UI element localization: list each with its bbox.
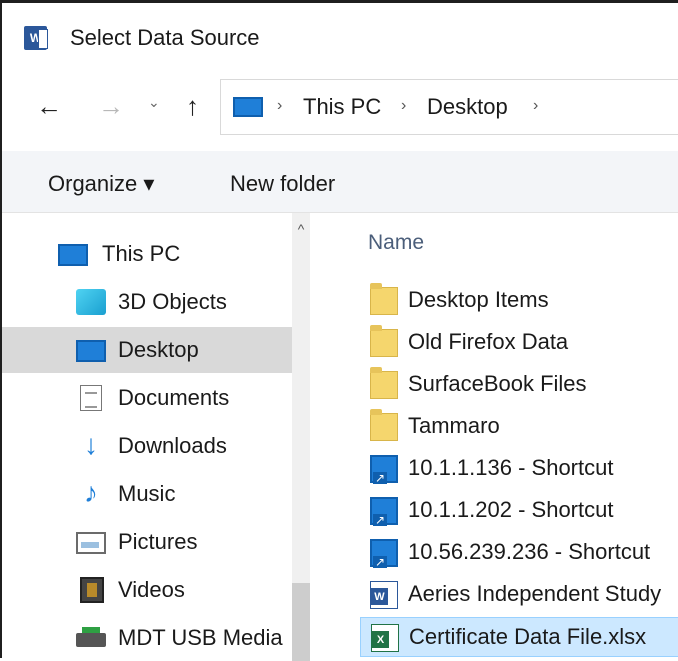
file-name: SurfaceBook Files — [408, 371, 587, 396]
organize-button[interactable]: Organize ▾ — [48, 171, 154, 197]
file-name: 10.1.1.136 - Shortcut — [408, 455, 614, 480]
sidebar-item-3d-objects[interactable]: 3D Objects — [2, 279, 292, 325]
file-name: Certificate Data File.xlsx — [409, 624, 647, 649]
list-item[interactable]: 10.56.239.236 - Shortcut — [360, 533, 678, 573]
breadcrumb-separator[interactable]: › — [401, 97, 406, 115]
list-item[interactable]: SurfaceBook Files — [360, 365, 678, 405]
list-item-selected[interactable]: Certificate Data File.xlsx — [360, 617, 678, 657]
back-arrow-icon[interactable]: ← — [36, 93, 62, 119]
list-item[interactable]: Desktop Items — [360, 281, 678, 321]
sidebar-item-label: 3D Objects — [118, 289, 227, 314]
download-arrow-icon: ↓ — [84, 429, 98, 460]
word-icon: W — [24, 26, 48, 50]
sidebar-item-label: Documents — [118, 385, 230, 410]
sidebar-item-mdt-usb-media[interactable]: MDT USB Media — [2, 615, 292, 661]
breadcrumb-desktop[interactable]: Desktop — [427, 94, 508, 120]
breadcrumb-separator[interactable]: › — [277, 97, 282, 115]
sidebar-item-documents[interactable]: Documents — [2, 375, 292, 421]
shortcut-icon — [370, 497, 398, 526]
list-item[interactable]: Aeries Independent Study — [360, 575, 678, 615]
select-data-source-dialog: W Select Data Source ← → ⌄ ↑ › This PC ›… — [0, 0, 678, 661]
sidebar-scrollbar[interactable]: ^ — [292, 213, 310, 661]
list-item[interactable]: 10.1.1.136 - Shortcut — [360, 449, 678, 489]
forward-arrow-icon[interactable]: → — [98, 93, 124, 119]
up-arrow-icon[interactable]: ↑ — [186, 93, 199, 119]
title-bar: W Select Data Source — [2, 3, 678, 65]
music-note-icon: ♪ — [84, 477, 98, 508]
sidebar-item-videos[interactable]: Videos — [2, 567, 292, 613]
file-name: 10.56.239.236 - Shortcut — [408, 539, 651, 564]
navigation-bar: ← → ⌄ ↑ › This PC › Desktop › — [2, 65, 678, 151]
folder-icon — [370, 325, 398, 357]
window-title: Select Data Source — [70, 25, 260, 50]
sidebar-item-label: Downloads — [118, 433, 227, 458]
sidebar-item-label: Music — [118, 481, 176, 506]
recent-locations-chevron-icon[interactable]: ⌄ — [148, 95, 160, 109]
file-name: Tammaro — [408, 413, 500, 438]
sidebar-item-label: Desktop — [118, 337, 199, 362]
excel-file-icon — [371, 624, 399, 652]
pc-icon — [233, 97, 263, 117]
list-item[interactable]: Tammaro — [360, 407, 678, 447]
breadcrumb-this-pc[interactable]: This PC — [303, 94, 381, 120]
breadcrumb-expand-chevron[interactable]: › — [533, 97, 538, 115]
list-item[interactable]: Old Firefox Data — [360, 323, 678, 363]
address-bar[interactable]: › This PC › Desktop › — [220, 79, 678, 135]
pictures-icon — [76, 532, 106, 554]
sidebar-item-label: MDT USB Media — [118, 625, 283, 650]
file-name: Desktop Items — [408, 287, 549, 312]
sidebar-item-downloads[interactable]: ↓ Downloads — [2, 423, 292, 469]
column-header-name[interactable]: Name — [368, 231, 424, 255]
command-bar: Organize ▾ New folder — [2, 151, 678, 213]
list-item[interactable]: 10.1.1.202 - Shortcut — [360, 491, 678, 531]
file-name: Old Firefox Data — [408, 329, 569, 354]
shortcut-icon — [370, 455, 398, 484]
scroll-up-arrow-icon[interactable]: ^ — [292, 221, 310, 237]
videos-icon — [80, 577, 104, 603]
word-document-icon — [370, 581, 398, 609]
documents-icon — [80, 385, 102, 411]
sidebar-item-label: Videos — [118, 577, 185, 602]
new-folder-button[interactable]: New folder — [230, 171, 335, 197]
folder-icon — [370, 367, 398, 399]
sidebar-item-pictures[interactable]: Pictures — [2, 519, 292, 565]
desktop-icon — [76, 340, 106, 362]
sidebar-item-label: This PC — [102, 241, 181, 266]
sidebar-item-label: Pictures — [118, 529, 198, 554]
folder-icon — [370, 409, 398, 441]
file-name: 10.1.1.202 - Shortcut — [408, 497, 614, 522]
sidebar-item-desktop[interactable]: Desktop — [2, 327, 292, 373]
3d-objects-icon — [76, 289, 106, 315]
pc-icon — [58, 244, 88, 266]
shortcut-icon — [370, 539, 398, 568]
sidebar-item-this-pc[interactable]: This PC — [2, 231, 292, 277]
usb-drive-icon — [76, 627, 106, 647]
folder-icon — [370, 283, 398, 315]
scrollbar-thumb[interactable] — [292, 583, 310, 661]
sidebar-item-music[interactable]: ♪ Music — [2, 471, 292, 517]
navigation-pane: This PC 3D Objects Desktop Documents ↓ D… — [2, 213, 310, 661]
file-name: Aeries Independent Study — [408, 581, 662, 606]
file-list: Name Desktop Items Old Firefox Data Surf… — [310, 213, 678, 661]
